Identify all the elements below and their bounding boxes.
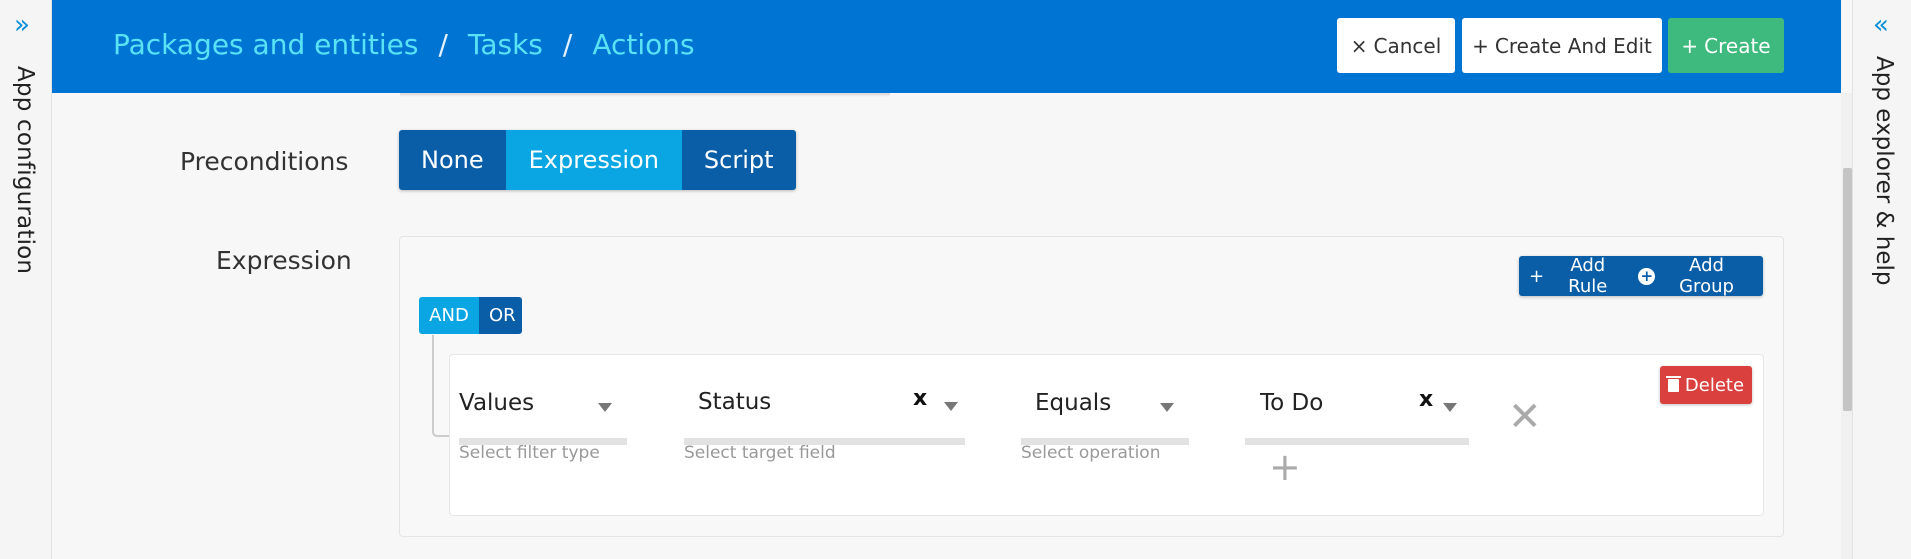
header-shadow <box>400 93 890 97</box>
breadcrumb-separator: / <box>438 28 448 61</box>
page-header: Packages and entities / Tasks / Actions … <box>52 0 1841 93</box>
filter-type-helper: Select filter type <box>459 443 600 463</box>
remove-rule-icon[interactable]: ✕ <box>1508 397 1542 437</box>
add-rule-label: Add Rule <box>1568 255 1608 297</box>
operation-select[interactable]: Equals <box>1021 370 1189 445</box>
expression-label: Expression <box>216 246 352 275</box>
plus-circle-icon: + <box>1638 266 1656 285</box>
preconditions-label: Preconditions <box>180 147 349 176</box>
create-and-edit-button[interactable]: + Create And Edit <box>1462 18 1662 73</box>
target-field-select[interactable]: Status x <box>684 369 965 445</box>
chevron-down-icon <box>1443 403 1457 412</box>
operation-value: Equals <box>1035 390 1112 416</box>
breadcrumb-actions[interactable]: Actions <box>592 28 694 61</box>
and-option[interactable]: AND <box>419 297 479 334</box>
target-field-value: Status <box>698 389 772 415</box>
filter-type-select[interactable]: Values <box>459 370 627 445</box>
add-rule-button[interactable]: + Add Rule <box>1519 255 1636 297</box>
clear-icon[interactable]: x <box>1419 387 1433 412</box>
trash-icon <box>1665 375 1681 392</box>
plus-icon: + <box>1529 265 1545 287</box>
clear-icon[interactable]: x <box>913 386 927 411</box>
create-button[interactable]: + Create <box>1668 18 1784 73</box>
create-label: Create <box>1704 33 1771 58</box>
add-group-button[interactable]: + Add Group <box>1636 255 1763 297</box>
rule-tree-connector <box>432 335 450 437</box>
breadcrumb-packages-and-entities[interactable]: Packages and entities <box>113 28 418 61</box>
scrollbar-thumb[interactable] <box>1843 168 1852 411</box>
precondition-expression-option[interactable]: Expression <box>505 130 682 190</box>
chevron-down-icon <box>1160 403 1174 412</box>
chevron-down-icon <box>944 402 958 411</box>
app-explorer-label[interactable]: App explorer & help <box>1871 56 1897 286</box>
expand-chevron-icon[interactable]: » <box>14 12 30 38</box>
logic-toggle: AND OR <box>419 297 522 334</box>
precondition-script-option[interactable]: Script <box>681 130 796 190</box>
value-selected: To Do <box>1260 390 1324 416</box>
chevron-down-icon <box>598 403 612 412</box>
delete-label: Delete <box>1684 374 1745 396</box>
rule-group-actions: + Add Rule + Add Group <box>1519 255 1763 297</box>
add-group-label: Add Group <box>1679 255 1734 297</box>
select-underline <box>1245 438 1469 445</box>
breadcrumb-tasks[interactable]: Tasks <box>468 28 543 61</box>
expand-chevron-icon[interactable]: « <box>1873 12 1889 38</box>
filter-type-value: Values <box>459 390 535 416</box>
delete-rule-button[interactable]: Delete <box>1660 366 1752 404</box>
plus-icon: + <box>1472 33 1489 58</box>
create-and-edit-label: Create And Edit <box>1494 33 1652 58</box>
add-value-icon[interactable]: + <box>1269 448 1301 486</box>
preconditions-selector: None Expression Script <box>399 130 796 190</box>
value-select[interactable]: To Do x <box>1245 370 1469 445</box>
precondition-none-option[interactable]: None <box>399 130 506 190</box>
cancel-label: Cancel <box>1373 33 1442 58</box>
plus-icon: + <box>1681 33 1699 58</box>
breadcrumb: Packages and entities / Tasks / Actions <box>113 28 695 61</box>
operation-helper: Select operation <box>1021 443 1161 463</box>
breadcrumb-separator: / <box>562 28 573 61</box>
or-option[interactable]: OR <box>479 297 522 334</box>
close-icon: × <box>1350 33 1368 58</box>
cancel-button[interactable]: × Cancel <box>1337 18 1455 73</box>
app-configuration-sidebar[interactable]: » App configuration <box>0 0 52 559</box>
app-explorer-sidebar[interactable]: « App explorer & help <box>1852 0 1911 559</box>
app-configuration-label[interactable]: App configuration <box>12 66 38 274</box>
target-field-helper: Select target field <box>684 443 836 463</box>
